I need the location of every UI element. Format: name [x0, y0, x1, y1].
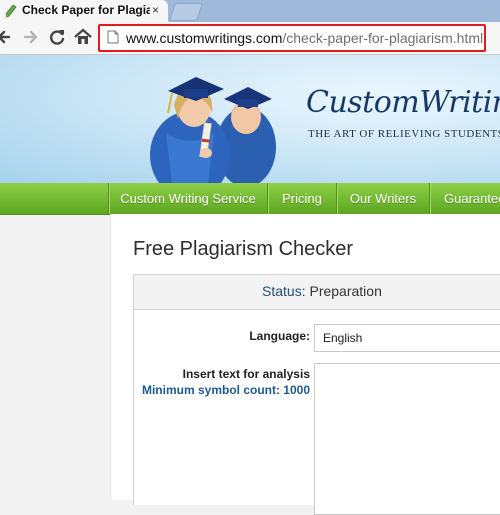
tab-strip: Check Paper for Plagiarism ×: [0, 0, 500, 22]
nav-item-custom-writing-service[interactable]: Custom Writing Service: [109, 183, 267, 214]
main-nav: Custom Writing Service Pricing Our Write…: [0, 183, 500, 215]
checker-panel: Status: Preparation Language: English In…: [133, 274, 500, 515]
site-tagline: THE ART OF RELIEVING STUDENTS: [308, 128, 500, 140]
url-host: www.customwritings.com: [126, 30, 283, 46]
nav-item-our-writers[interactable]: Our Writers: [337, 183, 429, 214]
status-bar: Status: Preparation: [134, 275, 500, 310]
back-arrow-icon[interactable]: [0, 26, 16, 48]
language-select-value: English: [323, 331, 363, 345]
status-value: Preparation: [309, 283, 382, 299]
browser-toolbar: www.customwritings.com/check-paper-for-p…: [0, 22, 500, 55]
url-text: www.customwritings.com/check-paper-for-p…: [126, 30, 483, 46]
text-analysis-textarea[interactable]: [314, 363, 500, 515]
status-label: Status:: [262, 283, 306, 299]
url-path: /check-paper-for-plagiarism.html: [282, 30, 484, 46]
text-input-label: Insert text for analysis: [182, 367, 310, 381]
graduates-image: [150, 77, 276, 183]
nav-item-pricing[interactable]: Pricing: [268, 183, 336, 214]
page-icon: [107, 30, 119, 44]
new-tab-button[interactable]: [169, 3, 203, 21]
main-content: Free Plagiarism Checker Status: Preparat…: [110, 214, 500, 515]
address-bar[interactable]: www.customwritings.com/check-paper-for-p…: [98, 24, 486, 52]
language-label: Language:: [249, 329, 310, 343]
language-select[interactable]: English: [314, 324, 500, 352]
tab-close-icon[interactable]: ×: [152, 3, 159, 17]
reload-icon[interactable]: [46, 26, 68, 48]
home-icon[interactable]: [72, 26, 94, 48]
page-title: Free Plagiarism Checker: [133, 238, 354, 260]
browser-tab-active[interactable]: Check Paper for Plagiarism ×: [0, 0, 168, 22]
tab-title: Check Paper for Plagiarism: [22, 3, 150, 17]
status-text: Status: Preparation: [262, 283, 382, 299]
nav-item-guarantee[interactable]: Guarantee: [430, 183, 500, 214]
site-header: CustomWritings.c THE ART OF RELIEVING ST…: [0, 55, 500, 183]
site-logo[interactable]: CustomWritings.c: [306, 85, 500, 120]
min-symbol-count-hint: Minimum symbol count: 1000: [141, 383, 310, 397]
pencil-favicon-icon: [5, 4, 17, 18]
forward-arrow-icon[interactable]: [20, 26, 42, 48]
